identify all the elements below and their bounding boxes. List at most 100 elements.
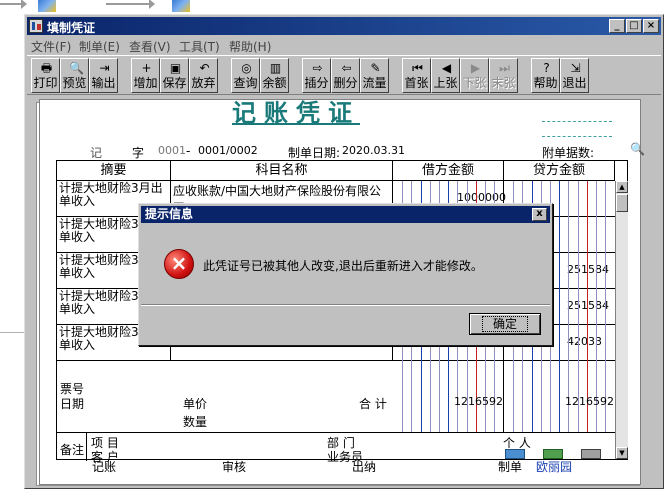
toolbar-button-label: 删分 (333, 76, 358, 90)
scroll-thumb[interactable] (616, 194, 628, 212)
toolbar-button-label: 保存 (162, 76, 187, 90)
attachments-label: 附单据数: (542, 146, 595, 160)
toolbar-button-label: 下张 (462, 76, 487, 90)
toolbar-button-label: 预览 (62, 76, 87, 90)
toolbar-help-button[interactable]: ? 帮助 (531, 58, 560, 93)
error-icon: × (164, 249, 194, 279)
cashier-label: 出纳 (352, 460, 377, 474)
bg-arrow-icon (0, 0, 27, 9)
bg-app-icon (172, 0, 190, 12)
toolbar-delete-row-button[interactable]: ⇦ 删分 (331, 58, 360, 93)
toolbar-printer-button[interactable]: 🖶 打印 (31, 58, 60, 93)
header-summary: 摘要 (57, 161, 171, 181)
voucher-footer-row: 票号 日期 单价 数量 合 计 1216592 1216592 (57, 377, 615, 433)
voucher-date[interactable]: 2020.03.31 (342, 144, 405, 157)
toolbar-prev-button[interactable]: ◀ 上张 (431, 58, 460, 93)
voucher-title: 记账凭证 (232, 99, 360, 127)
menu-tools[interactable]: 工具(T) (179, 38, 220, 55)
insert-row-icon: ⇨ (312, 61, 323, 75)
prev-icon: ◀ (441, 61, 452, 75)
toolbar: 🖶 打印 🔍 预览 ⇥ 输出 + 增加 ▣ 保存 ↶ 放弃 ◎ 查询 ▥ 余额 ⇨ 插分 ⇦ 删分 ✎ 流量 ⏮ 首张 ◀ 上张 ▶… (27, 55, 661, 95)
close-button[interactable]: × (643, 19, 659, 33)
toolbar-button-label: 插分 (304, 76, 329, 90)
voucher-sub-number: 0001/0002 (198, 144, 258, 157)
toolbar-save-button[interactable]: ▣ 保存 (160, 58, 189, 93)
search-icon[interactable]: 🔍 (630, 142, 645, 156)
toolbar-preview-button[interactable]: 🔍 预览 (60, 58, 89, 93)
toolbar-button-label: 退出 (562, 76, 587, 90)
background-strip (0, 0, 664, 14)
dialog-title-bar[interactable]: 提示信息 x (141, 206, 550, 223)
total-debit: 1216592 (454, 395, 503, 408)
toolbar-pencil-button[interactable]: ✎ 流量 (360, 58, 389, 93)
toolbar-first-button[interactable]: ⏮ 首张 (402, 58, 431, 93)
last-icon: ⏭ (499, 61, 510, 75)
toolbar-button-label: 首张 (404, 76, 429, 90)
date-label-2: 日期 (60, 397, 85, 411)
maker-name: 欧丽园 (536, 460, 573, 474)
window-title: 填制凭证 (47, 21, 96, 35)
header-debit: 借方金额 (393, 161, 504, 181)
header-account: 科目名称 (171, 161, 393, 181)
toolbar-export-button[interactable]: ⇥ 输出 (89, 58, 118, 93)
chart-icon: ▥ (269, 61, 282, 75)
voucher-zi: 字 (132, 146, 145, 160)
preview-icon: 🔍 (69, 61, 84, 75)
divider (141, 304, 550, 306)
scroll-down-button[interactable]: ▼ (616, 447, 628, 459)
divider (542, 121, 612, 122)
exit-icon: ⇲ (570, 61, 581, 75)
vertical-scrollbar[interactable]: ▲ ▼ (615, 181, 628, 459)
toolbar-button-label: 查询 (233, 76, 258, 90)
toolbar-button-label: 末张 (491, 76, 516, 90)
ok-button[interactable]: 确定 (469, 313, 541, 335)
toolbar-undo-button[interactable]: ↶ 放弃 (189, 58, 218, 93)
toolbar-button-label: 上张 (433, 76, 458, 90)
ok-button-label: 确定 (481, 316, 528, 332)
audit-label: 审核 (222, 460, 247, 474)
binoculars-icon: ◎ (241, 61, 252, 75)
total-credit: 1216592 (565, 395, 614, 408)
voucher-number[interactable]: 0001 (158, 144, 186, 157)
maker-label: 制单 (498, 460, 523, 474)
maximize-button[interactable]: □ (626, 19, 642, 33)
voucher-type[interactable]: 记 (90, 144, 102, 161)
app-icon (29, 19, 43, 33)
total-label: 合 计 (359, 397, 387, 411)
toolbar-button-label: 打印 (33, 76, 58, 90)
scroll-up-button[interactable]: ▲ (616, 181, 628, 193)
toolbar-button-label: 增加 (133, 76, 158, 90)
toolbar-insert-row-button[interactable]: ⇨ 插分 (302, 58, 331, 93)
bookkeeping-label: 记账 (92, 460, 117, 474)
printer-icon: 🖶 (40, 61, 53, 75)
pencil-icon: ✎ (370, 61, 381, 75)
alert-dialog: 提示信息 x × 此凭证号已被其他人改变,退出后重新进入才能修改。 确定 (138, 203, 553, 346)
voucher-dash: - (186, 144, 191, 158)
add-icon: + (141, 61, 152, 75)
qty-label: 数量 (183, 415, 208, 429)
minimize-button[interactable]: _ (609, 19, 625, 33)
toolbar-next-button[interactable]: ▶ 下张 (460, 58, 489, 93)
first-icon: ⏮ (412, 61, 423, 75)
background-left (0, 14, 24, 503)
title-bar[interactable]: 填制凭证 _ □ × (27, 17, 661, 35)
voucher-remark-row: 备注 项 目 客 户 部 门 业务员 个 人 (57, 433, 615, 464)
toolbar-exit-button[interactable]: ⇲ 退出 (560, 58, 589, 93)
date-label: 制单日期: (288, 146, 341, 160)
tool-icon[interactable] (581, 449, 601, 459)
toolbar-last-button[interactable]: ⏭ 末张 (489, 58, 518, 93)
toolbar-chart-button[interactable]: ▥ 余额 (260, 58, 289, 93)
dialog-close-button[interactable]: x (532, 208, 547, 221)
menu-view[interactable]: 查看(V) (129, 38, 171, 55)
menu-voucher[interactable]: 制单(E) (79, 38, 120, 55)
page: 填制凭证 _ □ × 文件(F) 制单(E) 查看(V) 工具(T) 帮助(H)… (0, 0, 664, 503)
toolbar-button-label: 放弃 (191, 76, 216, 90)
toolbar-button-label: 帮助 (533, 76, 558, 90)
menu-file[interactable]: 文件(F) (31, 38, 71, 55)
next-icon: ▶ (470, 61, 481, 75)
toolbar-button-label: 输出 (91, 76, 116, 90)
divider (0, 332, 24, 333)
toolbar-binoculars-button[interactable]: ◎ 查询 (231, 58, 260, 93)
menu-help[interactable]: 帮助(H) (229, 38, 271, 55)
toolbar-add-button[interactable]: + 增加 (131, 58, 160, 93)
